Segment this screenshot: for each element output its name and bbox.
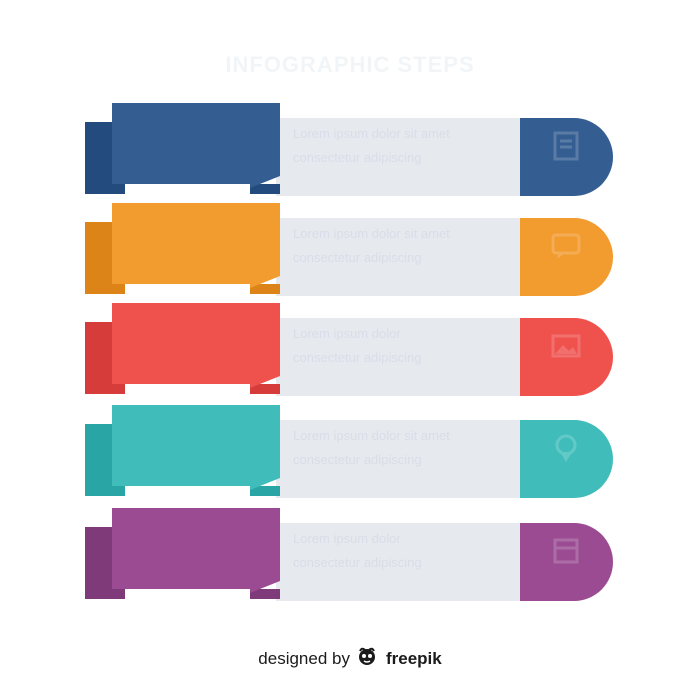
- chat-icon: [542, 222, 590, 270]
- freepik-logo-icon: [356, 646, 378, 671]
- step-3-ribbon: [112, 303, 280, 388]
- step-4-description-line: Lorem ipsum dolor sit amet: [293, 428, 450, 443]
- step-5-description-line: consectetur adipiscing: [293, 555, 422, 570]
- freepik-credit[interactable]: designed by freepik: [0, 646, 700, 671]
- step-1-ribbon: [112, 103, 280, 188]
- step-4: Lorem ipsum dolor sit amet consectetur ad…: [0, 402, 700, 512]
- document-icon: [542, 122, 590, 170]
- step-5-ribbon: [112, 508, 280, 593]
- step-3-description-line: Lorem ipsum dolor: [293, 326, 401, 341]
- step-1-description-line: consectetur adipiscing: [293, 150, 422, 165]
- step-3-description: Lorem ipsum dolor consectetur adipiscing: [293, 322, 513, 370]
- step-2-description-line: Lorem ipsum dolor sit amet: [293, 226, 450, 241]
- step-2-description-line: consectetur adipiscing: [293, 250, 422, 265]
- step-5-description-line: Lorem ipsum dolor: [293, 531, 401, 546]
- step-2: Lorem ipsum dolor sit amet consectetur ad…: [0, 200, 700, 310]
- step-3-description-line: consectetur adipiscing: [293, 350, 422, 365]
- step-5: Lorem ipsum dolor consectetur adipiscing: [0, 505, 700, 615]
- step-4-description: Lorem ipsum dolor sit amet consectetur ad…: [293, 424, 513, 472]
- step-4-ribbon: [112, 405, 280, 490]
- step-4-description-line: consectetur adipiscing: [293, 452, 422, 467]
- pin-icon: [542, 424, 590, 472]
- step-3: Lorem ipsum dolor consectetur adipiscing: [0, 300, 700, 410]
- box-icon: [542, 527, 590, 575]
- credit-prefix: designed by: [258, 648, 350, 668]
- credit-brand: freepik: [385, 648, 442, 668]
- step-2-description: Lorem ipsum dolor sit amet consectetur ad…: [293, 222, 513, 270]
- infographic-title: INFOGRAPHIC STEPS: [225, 52, 475, 77]
- step-5-description: Lorem ipsum dolor consectetur adipiscing: [293, 527, 513, 575]
- step-2-ribbon: [112, 203, 280, 288]
- image-icon: [542, 322, 590, 370]
- step-1-description-line: Lorem ipsum dolor sit amet: [293, 126, 450, 141]
- step-1-description: Lorem ipsum dolor sit amet consectetur ad…: [293, 122, 513, 170]
- step-1: Lorem ipsum dolor sit amet consectetur ad…: [0, 100, 700, 210]
